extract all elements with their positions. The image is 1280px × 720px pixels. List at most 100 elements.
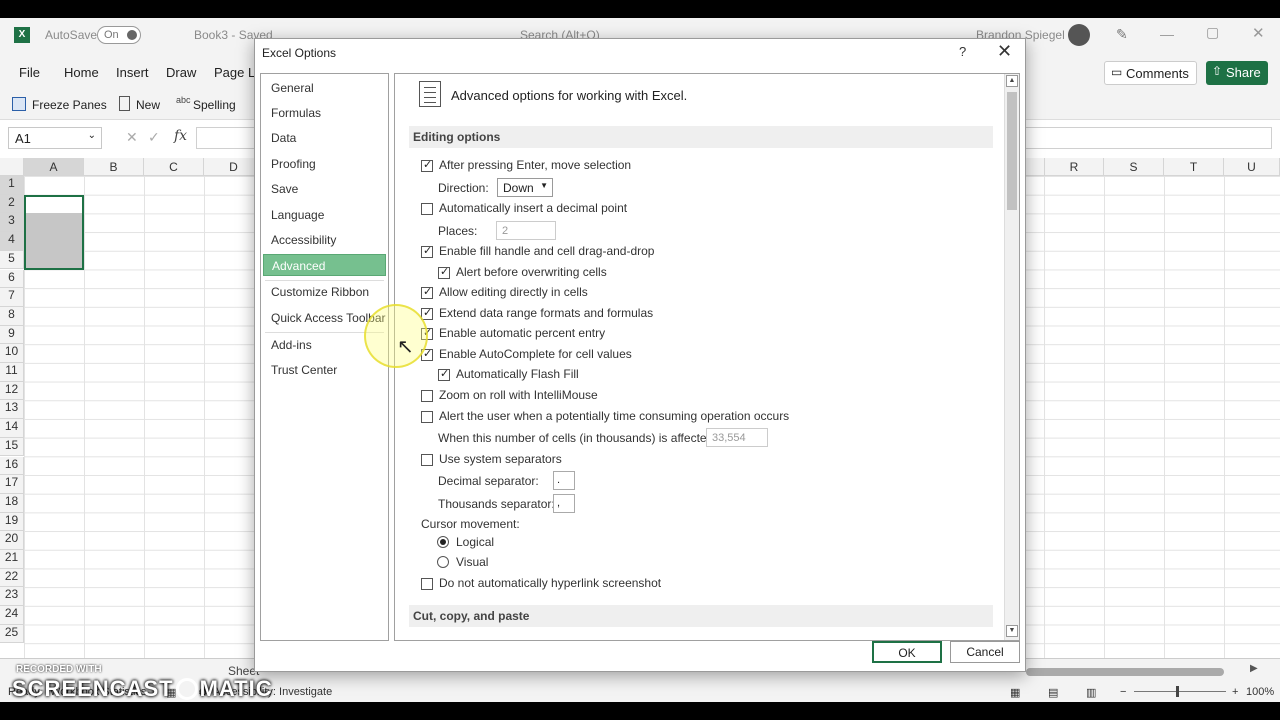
row-header[interactable]: 2 <box>0 194 24 214</box>
menu-insert[interactable]: Insert <box>116 65 149 80</box>
close-window-icon[interactable]: ✕ <box>1252 24 1265 42</box>
row-header[interactable]: 4 <box>0 232 24 251</box>
scroll-right-icon[interactable]: ▶ <box>1250 663 1258 674</box>
row-header[interactable]: 10 <box>0 344 24 363</box>
new-window-button[interactable]: New <box>136 98 160 112</box>
flash-fill-checkbox[interactable] <box>438 367 450 381</box>
row-header[interactable]: 15 <box>0 437 24 457</box>
column-header-b[interactable]: B <box>84 158 144 176</box>
cells-threshold-spinner[interactable]: 33,554 <box>706 428 768 447</box>
avatar[interactable] <box>1068 24 1090 46</box>
column-header-t[interactable]: T <box>1164 158 1224 176</box>
thousands-separator-input[interactable]: , <box>553 494 575 513</box>
name-box[interactable]: A1 ⌄ <box>8 127 102 149</box>
panel-scrollbar[interactable]: ▲ ▼ <box>1004 74 1019 640</box>
zoom-slider-thumb[interactable] <box>1176 686 1179 697</box>
enter-icon[interactable]: ✓ <box>148 129 160 146</box>
column-header-s[interactable]: S <box>1104 158 1164 176</box>
nav-trust-center[interactable]: Trust Center <box>263 359 386 381</box>
row-header[interactable]: 3 <box>0 213 24 233</box>
help-icon[interactable]: ? <box>959 44 966 59</box>
nav-save[interactable]: Save <box>263 178 386 200</box>
row-header[interactable]: 11 <box>0 363 24 382</box>
selected-range[interactable] <box>24 195 84 270</box>
row-header[interactable]: 19 <box>0 512 24 532</box>
logical-radio[interactable] <box>437 536 449 548</box>
share-button[interactable]: ⇧ Share <box>1206 61 1268 85</box>
row-header[interactable]: 14 <box>0 419 24 438</box>
system-separators-checkbox[interactable] <box>421 454 433 466</box>
row-header[interactable]: 5 <box>0 250 24 270</box>
row-header[interactable]: 6 <box>0 269 24 289</box>
decimal-point-checkbox[interactable] <box>421 203 433 215</box>
scroll-up-icon[interactable]: ▲ <box>1006 75 1018 87</box>
zoom-in-icon[interactable]: + <box>1232 686 1238 698</box>
row-header[interactable]: 21 <box>0 550 24 569</box>
zoom-level[interactable]: 100% <box>1246 686 1274 698</box>
row-header[interactable]: 25 <box>0 624 24 644</box>
pen-icon[interactable]: ✎ <box>1116 26 1128 43</box>
row-header[interactable]: 12 <box>0 381 24 401</box>
cancel-entry-icon[interactable]: ✕ <box>126 129 138 146</box>
page-layout-view-icon[interactable]: ▤ <box>1048 686 1058 699</box>
close-icon[interactable]: ✕ <box>997 41 1012 62</box>
nav-advanced[interactable]: Advanced <box>263 254 386 276</box>
fill-handle-checkbox[interactable] <box>421 244 433 258</box>
alert-time-checkbox[interactable] <box>421 411 433 423</box>
row-header[interactable]: 1 <box>0 176 24 195</box>
select-all-corner[interactable] <box>0 158 24 176</box>
column-header-c[interactable]: C <box>144 158 204 176</box>
autosave-toggle[interactable]: On <box>97 26 141 44</box>
ok-button[interactable]: OK <box>872 641 942 663</box>
insert-function-icon[interactable]: fx <box>174 128 187 144</box>
menu-file[interactable]: File <box>19 65 40 80</box>
row-header[interactable]: 23 <box>0 587 24 607</box>
row-header[interactable]: 20 <box>0 531 24 550</box>
column-header-r[interactable]: R <box>1044 158 1104 176</box>
nav-accessibility[interactable]: Accessibility <box>263 229 386 251</box>
scrollbar-thumb[interactable] <box>1007 92 1017 210</box>
row-header[interactable]: 8 <box>0 306 24 326</box>
after-enter-checkbox[interactable] <box>421 158 433 172</box>
row-header[interactable]: 22 <box>0 568 24 588</box>
comments-button[interactable]: ▭ Comments <box>1104 61 1197 85</box>
row-header[interactable]: 7 <box>0 288 24 307</box>
row-header[interactable]: 17 <box>0 475 24 494</box>
menu-draw[interactable]: Draw <box>166 65 196 80</box>
cancel-button[interactable]: Cancel <box>950 641 1020 663</box>
spelling-button[interactable]: Spelling <box>193 98 236 112</box>
advanced-options-panel[interactable]: Advanced options for working with Excel.… <box>394 73 1020 641</box>
zoom-slider[interactable] <box>1134 686 1226 697</box>
row-header[interactable]: 18 <box>0 493 24 513</box>
zoom-intellimouse-checkbox[interactable] <box>421 390 433 402</box>
active-cell[interactable] <box>26 197 82 213</box>
visual-radio[interactable] <box>437 556 449 568</box>
direction-select[interactable]: Down ▼ <box>497 178 553 197</box>
row-header[interactable]: 16 <box>0 456 24 476</box>
places-spinner[interactable]: 2 <box>496 221 556 240</box>
horizontal-scrollbar[interactable] <box>1026 668 1224 676</box>
alert-overwrite-checkbox[interactable] <box>438 265 450 279</box>
nav-formulas[interactable]: Formulas <box>263 102 386 124</box>
maximize-icon[interactable]: ▢ <box>1206 24 1219 41</box>
zoom-out-icon[interactable]: − <box>1120 686 1126 698</box>
nav-customize-ribbon[interactable]: Customize Ribbon <box>263 281 386 303</box>
scroll-down-icon[interactable]: ▼ <box>1006 625 1018 637</box>
minimize-icon[interactable]: — <box>1160 26 1174 42</box>
column-header-u[interactable]: U <box>1224 158 1280 176</box>
column-header-a[interactable]: A <box>24 158 84 176</box>
nav-proofing[interactable]: Proofing <box>263 153 386 175</box>
nav-data[interactable]: Data <box>263 127 386 149</box>
edit-directly-checkbox[interactable] <box>421 285 433 299</box>
row-header[interactable]: 9 <box>0 325 24 345</box>
page-break-view-icon[interactable]: ▥ <box>1086 686 1096 699</box>
row-header[interactable]: 24 <box>0 606 24 625</box>
freeze-panes-button[interactable]: Freeze Panes <box>32 98 107 112</box>
normal-view-icon[interactable]: ▦ <box>1010 686 1020 699</box>
row-header[interactable]: 13 <box>0 400 24 420</box>
nav-general[interactable]: General <box>263 77 386 99</box>
menu-home[interactable]: Home <box>64 65 99 80</box>
hyperlink-screenshot-checkbox[interactable] <box>421 578 433 590</box>
nav-language[interactable]: Language <box>263 204 386 226</box>
decimal-separator-input[interactable]: . <box>553 471 575 490</box>
